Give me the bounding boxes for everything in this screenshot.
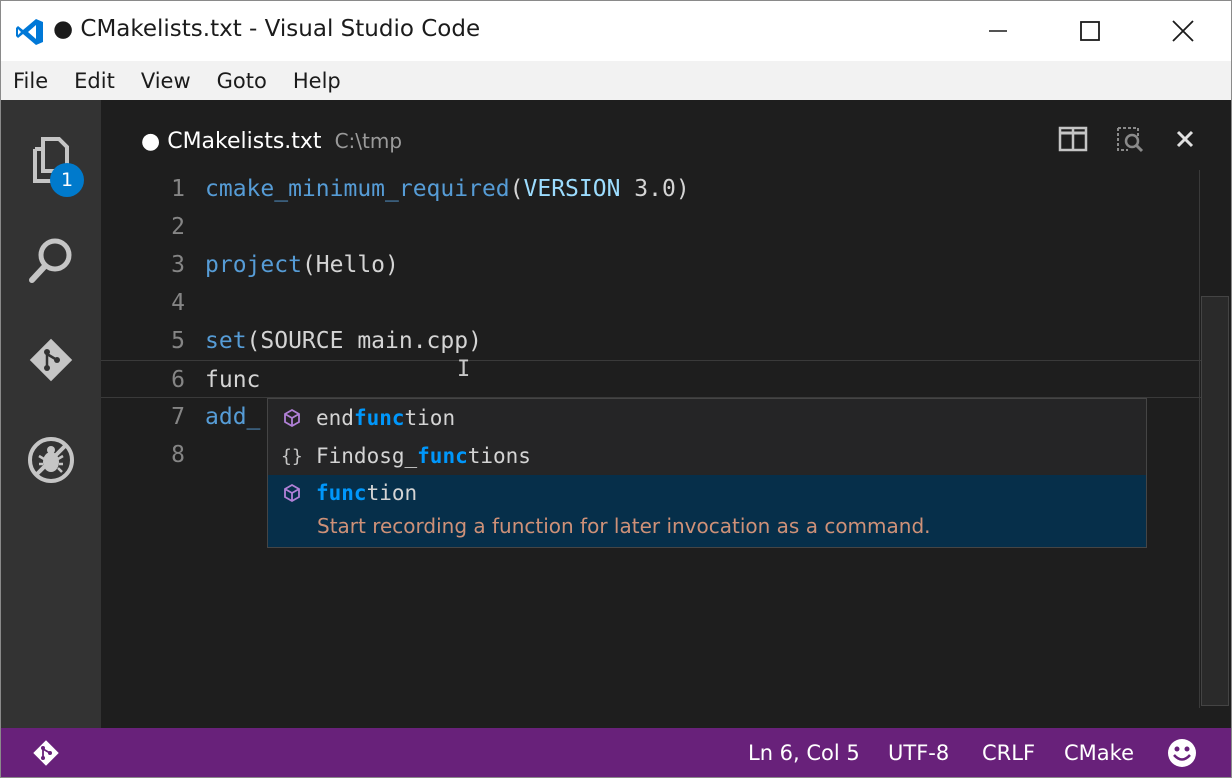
code-line[interactable]: 2 [101,208,1201,246]
line-text: project(Hello) [205,246,399,284]
dirty-indicator: ● [141,129,161,154]
mouse-cursor: I [457,357,471,382]
search-icon [29,238,72,283]
smiley-icon [1168,738,1196,767]
language-mode[interactable]: CMake [1064,728,1134,777]
line-text: add_ [205,398,260,436]
tab-filename: CMakelists.txt [167,129,322,154]
feedback-button[interactable] [1167,728,1197,777]
window-title: ● CMakelists.txt - Visual Studio Code [53,16,481,42]
code-token: set [205,328,247,354]
line-number: 7 [171,404,185,430]
line-text: func [205,361,260,399]
tab-path: C:\tmp [334,129,403,153]
line-number: 8 [171,442,185,468]
activity-debug[interactable] [21,430,81,490]
code-token: (SOURCE main.cpp) [246,328,482,354]
line-number: 5 [171,328,185,354]
suggest-label-match: func [316,481,367,505]
line-text: cmake_minimum_required(VERSION 3.0) [205,170,690,208]
code-line[interactable]: 3 project(Hello) [101,246,1201,284]
git-branch-icon [33,739,59,766]
code-token: 3.0) [620,176,690,202]
git-status[interactable] [31,728,61,777]
keyword-cube-icon [268,408,316,428]
git-icon [29,338,73,382]
code-line[interactable]: 5 set(SOURCE main.cpp) [101,322,1201,360]
line-number: 6 [171,367,185,393]
line-number: 3 [171,252,185,278]
code-token: project [205,252,302,278]
menu-edit[interactable]: Edit [61,69,128,93]
close-editor-button[interactable] [1168,122,1202,156]
suggest-label-suffix: tion [366,481,418,505]
suggest-label: endfunction [316,406,455,430]
menu-goto[interactable]: Goto [204,69,280,93]
suggest-label-match: func [353,406,405,430]
encoding[interactable]: UTF-8 [888,728,949,777]
editor-tab[interactable]: ● CMakelists.txt C:\tmp [141,129,402,154]
code-line[interactable]: 1 cmake_minimum_required(VERSION 3.0) [101,170,1201,208]
suggest-label-match: func [417,444,468,468]
cursor-position[interactable]: Ln 6, Col 5 [748,728,860,777]
suggest-item[interactable]: endfunction [268,399,1146,437]
keyword-cube-icon [268,483,316,503]
title-bar: ● CMakelists.txt - Visual Studio Code [1,1,1231,61]
minimize-icon [989,30,1007,32]
activity-bar: 1 [1,100,101,728]
code-token: cmake_minimum_required [205,176,510,202]
close-icon [1172,20,1194,42]
debug-icon [28,437,74,483]
menu-bar: File Edit View Goto Help [1,61,1231,100]
suggest-label: Findosg_functions [316,444,531,468]
status-bar: Ln 6, Col 5 UTF-8 CRLF CMake [1,728,1231,777]
suggest-documentation: Start recording a function for later inv… [317,514,931,538]
code-token: VERSION [523,176,621,202]
close-icon [1176,130,1194,148]
close-window-button[interactable] [1137,1,1229,61]
line-ending[interactable]: CRLF [982,728,1035,777]
menu-file[interactable]: File [1,69,61,93]
svg-text:{}: {} [281,446,303,466]
suggest-widget[interactable]: endfunction{} Findosg_functions function St… [267,398,1147,548]
line-number: 4 [171,290,185,316]
vscode-logo-icon [16,19,43,45]
suggest-label-prefix: Findosg_ [316,444,418,468]
code-token: func [205,367,261,393]
scrollbar-thumb[interactable] [1201,296,1229,706]
code-line[interactable]: 4 [101,284,1201,322]
suggest-item[interactable]: function Start recording a function for l… [268,475,1146,547]
suggest-item[interactable]: {} Findosg_functions [268,437,1146,475]
maximize-icon [1080,21,1100,41]
snippet-braces-icon: {} [268,446,316,466]
vscode-window: ● CMakelists.txt - Visual Studio Code Fi… [0,0,1232,778]
suggest-label: function [316,481,417,505]
suggest-label-suffix: tion [404,406,456,430]
menu-help[interactable]: Help [280,69,354,93]
menu-view[interactable]: View [128,69,204,93]
explorer-badge: 1 [50,163,84,197]
code-token: ( [509,176,524,202]
line-number: 1 [171,176,185,202]
split-editor-icon [1058,126,1088,152]
activity-search[interactable] [21,230,81,290]
code-line[interactable]: 6 func [101,360,1201,398]
activity-git[interactable] [21,330,81,390]
maximize-button[interactable] [1044,1,1136,61]
minimize-button[interactable] [952,1,1044,61]
open-preview-button[interactable] [1112,122,1146,156]
code-token: (Hello) [301,252,399,278]
preview-icon [1117,127,1144,153]
suggest-label-prefix: end [316,406,354,430]
line-text: set(SOURCE main.cpp) [205,322,482,360]
code-token: add_ [205,404,261,430]
suggest-label-suffix: tions [467,444,531,468]
split-editor-button[interactable] [1056,122,1090,156]
line-number: 2 [171,214,185,240]
